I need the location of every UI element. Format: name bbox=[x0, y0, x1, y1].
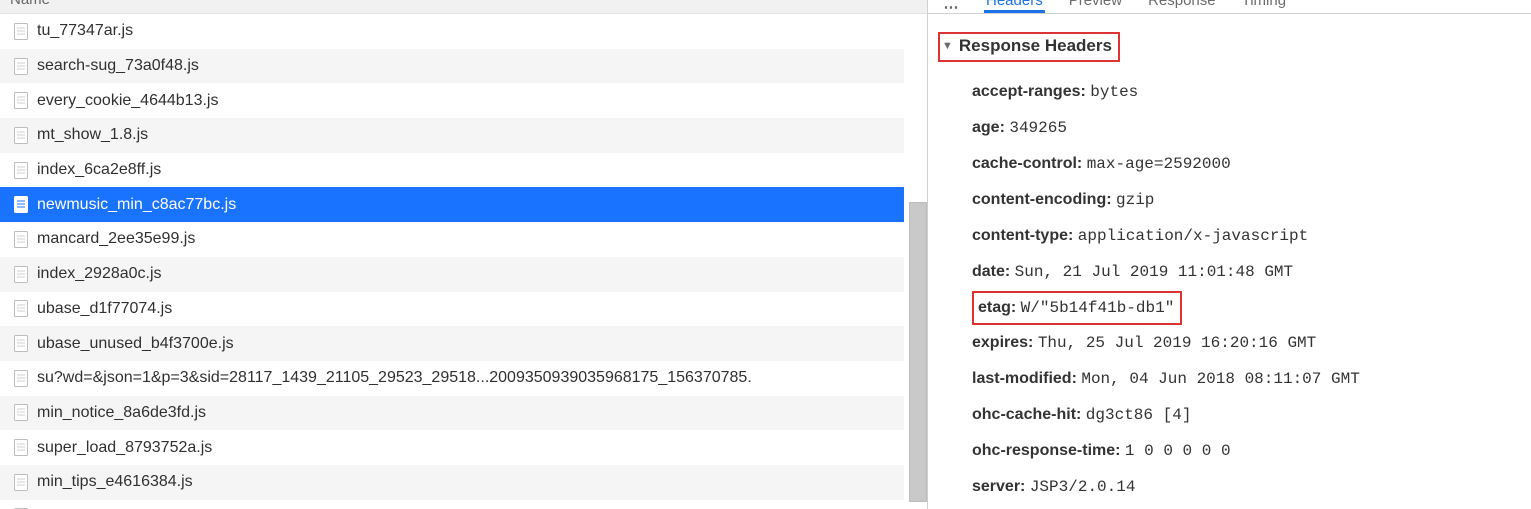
file-icon bbox=[14, 404, 28, 421]
file-name: search-sug_73a0f48.js bbox=[37, 57, 199, 75]
disclosure-triangle-icon[interactable]: ▼ bbox=[942, 40, 953, 52]
column-header-name[interactable]: Name bbox=[0, 0, 927, 14]
file-name: mancard_2ee35e99.js bbox=[37, 230, 195, 248]
file-icon bbox=[14, 92, 28, 109]
file-name: min_tips_e4616384.js bbox=[37, 473, 193, 491]
file-list: tu_77347ar.js search-sug_73a0f48.js every_… bbox=[0, 14, 904, 509]
devtools-root: Name tu_77347ar.js search-sug_73a0f48.jse… bbox=[0, 0, 1531, 509]
file-icon bbox=[14, 58, 28, 75]
network-request-row[interactable]: activity_start_52498d2c.js bbox=[0, 500, 904, 509]
response-header-row: ohc-cache-hit: dg3ct86 [4] bbox=[972, 397, 1521, 433]
network-request-row[interactable]: mancard_2ee35e99.js bbox=[0, 222, 904, 257]
file-icon bbox=[14, 162, 28, 179]
file-icon bbox=[14, 474, 28, 491]
response-header-row: content-encoding: gzip bbox=[972, 182, 1521, 218]
response-header-row: content-type: application/x-javascript bbox=[972, 218, 1521, 254]
network-request-row[interactable]: min_notice_8a6de3fd.js bbox=[0, 396, 904, 431]
request-detail-panel: ⋯ HeadersPreviewResponseTiming ▼ Respons… bbox=[928, 0, 1531, 509]
network-request-row[interactable]: every_cookie_4644b13.js bbox=[0, 83, 904, 118]
response-header-row: accept-ranges: bytes bbox=[972, 74, 1521, 110]
file-icon bbox=[14, 196, 28, 213]
header-value: application/x-javascript bbox=[1078, 227, 1308, 245]
response-headers-section: ▼ Response Headers accept-ranges: bytesa… bbox=[938, 32, 1521, 509]
file-name: index_6ca2e8ff.js bbox=[37, 161, 161, 179]
section-title-text: Response Headers bbox=[959, 36, 1112, 56]
file-name: min_notice_8a6de3fd.js bbox=[37, 404, 206, 422]
file-name: ubase_d1f77074.js bbox=[37, 300, 172, 318]
response-header-row: date: Sun, 21 Jul 2019 11:01:48 GMT bbox=[972, 254, 1521, 290]
header-key: age: bbox=[972, 119, 1009, 136]
header-key: ohc-cache-hit: bbox=[972, 406, 1086, 423]
header-value: gzip bbox=[1116, 191, 1154, 209]
response-header-row: age: 349265 bbox=[972, 110, 1521, 146]
file-icon bbox=[14, 266, 28, 283]
detail-tabs: ⋯ HeadersPreviewResponseTiming bbox=[928, 0, 1531, 14]
header-key: accept-ranges: bbox=[972, 83, 1090, 100]
header-value: dg3ct86 [4] bbox=[1086, 406, 1192, 424]
file-icon bbox=[14, 231, 28, 248]
response-header-row: status: 200 bbox=[972, 505, 1521, 509]
header-value: Thu, 25 Jul 2019 16:20:16 GMT bbox=[1038, 334, 1316, 352]
file-icon bbox=[14, 127, 28, 144]
detail-body: ▼ Response Headers accept-ranges: bytesa… bbox=[928, 14, 1531, 509]
file-name: every_cookie_4644b13.js bbox=[37, 92, 218, 110]
file-icon bbox=[14, 23, 28, 40]
header-key: cache-control: bbox=[972, 155, 1087, 172]
response-header-row: etag: W/"5b14f41b-db1" bbox=[972, 290, 1521, 325]
header-value: Mon, 04 Jun 2018 08:11:07 GMT bbox=[1081, 370, 1359, 388]
response-header-row: last-modified: Mon, 04 Jun 2018 08:11:07… bbox=[972, 361, 1521, 397]
file-name: newmusic_min_c8ac77bc.js bbox=[37, 196, 236, 214]
header-key: date: bbox=[972, 263, 1015, 280]
file-name: super_load_8793752a.js bbox=[37, 439, 212, 457]
response-header-row: ohc-response-time: 1 0 0 0 0 0 bbox=[972, 433, 1521, 469]
header-key: content-type: bbox=[972, 227, 1078, 244]
response-headers-title[interactable]: ▼ Response Headers bbox=[938, 32, 1120, 62]
network-request-row[interactable]: min_tips_e4616384.js bbox=[0, 465, 904, 500]
file-name: tu_77347ar.js bbox=[37, 22, 133, 40]
file-list-container: tu_77347ar.js search-sug_73a0f48.js every_… bbox=[0, 14, 927, 509]
header-value: bytes bbox=[1090, 83, 1138, 101]
network-request-row[interactable]: mt_show_1.8.js bbox=[0, 118, 904, 153]
network-request-row[interactable]: ubase_unused_b4f3700e.js bbox=[0, 326, 904, 361]
network-request-row[interactable]: search-sug_73a0f48.js bbox=[0, 49, 904, 84]
file-name: index_2928a0c.js bbox=[37, 265, 162, 283]
header-value: 1 0 0 0 0 0 bbox=[1125, 442, 1231, 460]
header-key: server: bbox=[972, 478, 1030, 495]
response-header-row: expires: Thu, 25 Jul 2019 16:20:16 GMT bbox=[972, 325, 1521, 361]
header-key: expires: bbox=[972, 334, 1038, 351]
header-key: content-encoding: bbox=[972, 191, 1116, 208]
header-value: JSP3/2.0.14 bbox=[1030, 478, 1136, 496]
header-value: 349265 bbox=[1009, 119, 1067, 137]
header-value: max-age=2592000 bbox=[1087, 155, 1231, 173]
file-icon bbox=[14, 439, 28, 456]
network-request-row[interactable]: tu_77347ar.js bbox=[0, 14, 904, 49]
vertical-scrollbar-thumb[interactable] bbox=[909, 202, 927, 502]
network-request-row[interactable]: index_6ca2e8ff.js bbox=[0, 153, 904, 188]
response-header-row: server: JSP3/2.0.14 bbox=[972, 469, 1521, 505]
network-requests-panel: Name tu_77347ar.js search-sug_73a0f48.jse… bbox=[0, 0, 928, 509]
file-icon bbox=[14, 300, 28, 317]
header-key: etag: bbox=[978, 299, 1021, 316]
network-request-row[interactable]: su?wd=&json=1&p=3&sid=28117_1439_21105_2… bbox=[0, 361, 904, 396]
file-name: su?wd=&json=1&p=3&sid=28117_1439_21105_2… bbox=[37, 369, 752, 387]
file-icon bbox=[14, 335, 28, 352]
header-list: accept-ranges: bytesage: 349265cache-con… bbox=[938, 74, 1521, 509]
header-value: W/"5b14f41b-db1" bbox=[1021, 299, 1175, 317]
header-key: ohc-response-time: bbox=[972, 442, 1125, 459]
response-header-row: cache-control: max-age=2592000 bbox=[972, 146, 1521, 182]
file-name: mt_show_1.8.js bbox=[37, 126, 148, 144]
file-icon bbox=[14, 370, 28, 387]
network-request-row[interactable]: super_load_8793752a.js bbox=[0, 430, 904, 465]
header-value: Sun, 21 Jul 2019 11:01:48 GMT bbox=[1015, 263, 1293, 281]
network-request-row[interactable]: ubase_d1f77074.js bbox=[0, 292, 904, 327]
network-request-row[interactable]: newmusic_min_c8ac77bc.js bbox=[0, 187, 904, 222]
file-name: ubase_unused_b4f3700e.js bbox=[37, 335, 234, 353]
network-request-row[interactable]: index_2928a0c.js bbox=[0, 257, 904, 292]
header-key: last-modified: bbox=[972, 370, 1081, 387]
